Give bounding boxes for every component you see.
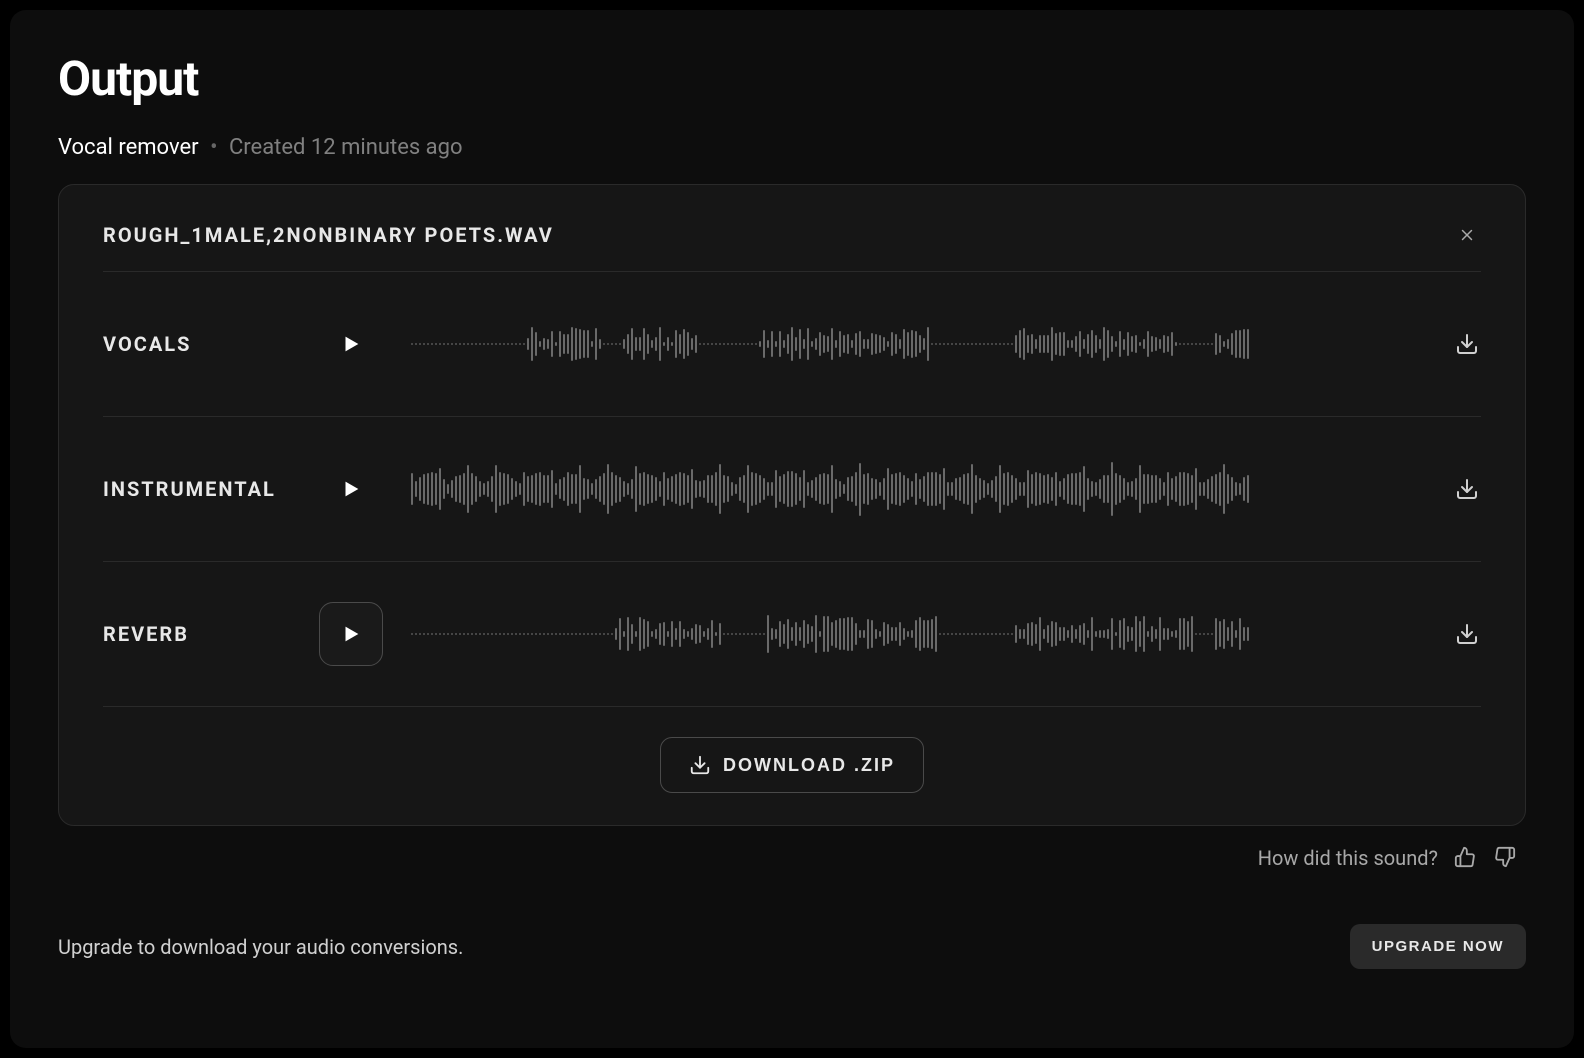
separator-dot: •: [210, 135, 217, 160]
waveform[interactable]: [411, 606, 1421, 662]
waveform[interactable]: [411, 461, 1421, 517]
upgrade-text: Upgrade to download your audio conversio…: [58, 935, 463, 959]
track-label: VOCALS: [103, 332, 311, 356]
track-label: INSTRUMENTAL: [103, 477, 311, 501]
feedback-prompt: How did this sound?: [1258, 846, 1438, 870]
thumbs-down-icon: [1494, 846, 1516, 868]
download-icon: [689, 754, 711, 776]
download-track-button[interactable]: [1453, 620, 1481, 648]
track-label: REVERB: [103, 622, 311, 646]
thumbs-down-button[interactable]: [1494, 846, 1518, 870]
download-track-button[interactable]: [1453, 330, 1481, 358]
created-time: Created 12 minutes ago: [229, 135, 463, 160]
file-name: ROUGH_1MALE,2NONBINARY POETS.WAV: [103, 223, 554, 247]
download-track-button[interactable]: [1453, 475, 1481, 503]
play-button[interactable]: [319, 602, 383, 666]
tool-name: Vocal remover: [58, 135, 199, 160]
play-icon: [340, 623, 362, 645]
close-icon: [1458, 226, 1476, 244]
download-zip-label: DOWNLOAD .ZIP: [723, 755, 895, 776]
waveform[interactable]: [411, 316, 1421, 372]
subtitle: Vocal remover • Created 12 minutes ago: [58, 135, 1526, 160]
download-icon: [1455, 477, 1479, 501]
play-button[interactable]: [319, 312, 383, 376]
close-button[interactable]: [1453, 221, 1481, 249]
upgrade-now-button[interactable]: UPGRADE NOW: [1350, 924, 1526, 969]
play-icon: [340, 333, 362, 355]
thumbs-up-icon: [1454, 846, 1476, 868]
play-icon: [340, 478, 362, 500]
track-row: REVERB: [103, 561, 1481, 706]
output-card: ROUGH_1MALE,2NONBINARY POETS.WAV VOCALS I…: [58, 184, 1526, 826]
thumbs-up-button[interactable]: [1454, 846, 1478, 870]
track-row: INSTRUMENTAL: [103, 416, 1481, 561]
download-zip-button[interactable]: DOWNLOAD .ZIP: [660, 737, 924, 793]
track-row: VOCALS: [103, 271, 1481, 416]
page-title: Output: [58, 50, 1526, 107]
download-icon: [1455, 622, 1479, 646]
play-button[interactable]: [319, 457, 383, 521]
download-icon: [1455, 332, 1479, 356]
